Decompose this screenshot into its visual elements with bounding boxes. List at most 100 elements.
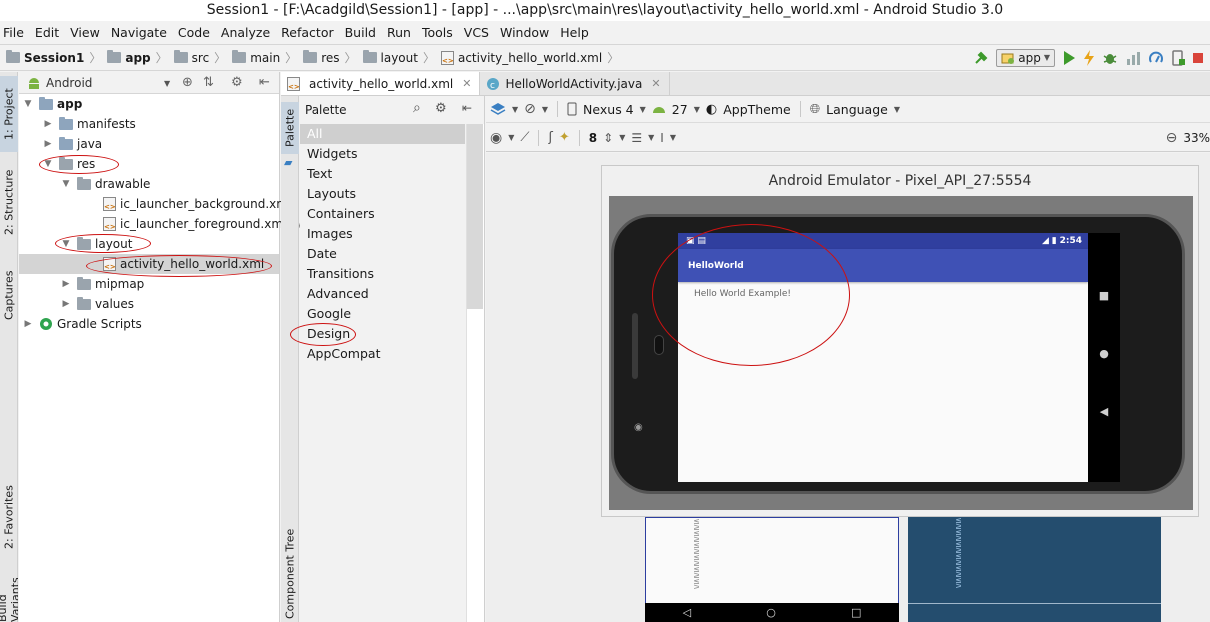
chevron-down-icon[interactable]: ▼ [512,105,518,114]
tree-item-drawable[interactable]: ▼ drawable [61,174,150,194]
menu-edit[interactable]: Edit [35,25,59,40]
palette-scrollbar[interactable] [467,124,483,309]
menu-code[interactable]: Code [178,25,210,40]
tree-item-res[interactable]: ▼ res [43,154,95,174]
expand-arrow-icon[interactable]: ▶ [61,279,71,289]
chevron-down-icon[interactable]: ▼ [508,133,514,142]
menu-vcs[interactable]: VCS [464,25,489,40]
palette-category-advanced[interactable]: Advanced [300,284,465,304]
breadcrumb-item-main[interactable]: main 〉 [232,49,297,66]
tree-item-app[interactable]: ▼ app [23,94,82,114]
run-icon[interactable] [1062,50,1076,66]
tree-item-gradle-scripts[interactable]: ▶ Gradle Scripts [23,314,142,334]
palette-category-images[interactable]: Images [300,224,465,244]
chevron-down-icon[interactable]: ▼ [619,133,625,142]
chevron-down-icon[interactable]: ▼ [640,105,646,114]
pack-icon[interactable]: ⇕ [603,131,613,145]
target-icon[interactable]: ⊕ [182,75,193,90]
tab-hello-world-activity-java[interactable]: c HelloWorldActivity.java ✕ [480,72,670,95]
breadcrumb-item-session1[interactable]: Session1 〉 [6,49,101,66]
palette-category-layouts[interactable]: Layouts [300,184,465,204]
menu-refactor[interactable]: Refactor [281,25,333,40]
expand-arrow-icon[interactable]: ▶ [23,319,33,329]
back-icon[interactable]: ◀ [1097,405,1111,418]
guidelines-icon[interactable]: I [660,131,664,145]
menu-help[interactable]: Help [560,25,589,40]
infer-constraints-icon[interactable]: ✦ [559,130,570,145]
debug-icon[interactable] [1102,50,1118,66]
expand-arrow-icon[interactable]: ▼ [61,179,71,189]
palette-category-google[interactable]: Google [300,304,465,324]
chevron-down-icon[interactable]: ▼ [648,133,654,142]
device-icon[interactable] [1171,49,1185,66]
autoconnect-icon[interactable]: ⟋ [520,130,529,145]
default-margin-value[interactable]: 8 [589,131,597,145]
attach-debugger-icon[interactable] [1148,50,1164,66]
chevron-down-icon[interactable]: ▼ [894,105,900,114]
tab-activity-hello-world[interactable]: activity_hello_world.xml ✕ [281,72,481,95]
recents-icon[interactable]: ■ [1097,289,1111,302]
tree-item-ic-launcher-background[interactable]: ic_launcher_background.xml [103,194,291,214]
language-select[interactable]: Language [826,102,888,117]
menu-file[interactable]: File [3,25,24,40]
close-icon[interactable]: ✕ [462,77,471,90]
zoom-out-icon[interactable]: ⊖ [1166,130,1178,146]
hide-panel-icon[interactable]: ⇤ [462,101,472,115]
tree-item-values[interactable]: ▶ values [61,294,134,314]
orientation-icon[interactable]: ⊘ [524,101,536,117]
phone-screen[interactable]: ▣ ▤ ◢ ▮ 2:54 HelloWorld Hello World Exam… [678,233,1088,482]
tree-item-layout[interactable]: ▼ layout [61,234,132,254]
palette-category-design[interactable]: Design [300,324,465,344]
tree-item-activity-hello-world[interactable]: activity_hello_world.xml [19,254,279,274]
breadcrumb-item-file[interactable]: activity_hello_world.xml 〉 [440,49,619,66]
tab-palette[interactable]: Palette [281,102,299,154]
menu-window[interactable]: Window [500,25,549,40]
tree-item-manifests[interactable]: ▶ manifests [43,114,136,134]
breadcrumb-item-layout[interactable]: layout 〉 [362,49,435,66]
align-icon[interactable]: ☰ [631,131,642,145]
tree-item-mipmap[interactable]: ▶ mipmap [61,274,144,294]
hide-panel-icon[interactable]: ⇤ [259,75,270,90]
menu-tools[interactable]: Tools [422,25,453,40]
menu-navigate[interactable]: Navigate [111,25,167,40]
palette-category-transitions[interactable]: Transitions [300,264,465,284]
expand-arrow-icon[interactable]: ▼ [23,99,33,109]
menu-view[interactable]: View [70,25,100,40]
tab-structure[interactable]: 2: Structure [0,162,18,242]
expand-arrow-icon[interactable]: ▼ [43,159,53,169]
gear-icon[interactable]: ⚙ [231,75,243,90]
clear-constraints-icon[interactable]: ʃ [548,130,552,145]
api-level-select[interactable]: 27 [672,102,688,117]
project-view-mode-select[interactable]: Android [46,76,92,90]
palette-category-widgets[interactable]: Widgets [300,144,465,164]
expand-arrow-icon[interactable]: ▼ [61,239,71,249]
tab-favorites[interactable]: 2: Favorites [0,472,18,562]
chevron-down-icon[interactable]: ▼ [694,105,700,114]
collapse-icon[interactable]: ⇅ [203,75,214,90]
palette-category-text[interactable]: Text [300,164,465,184]
close-icon[interactable]: ✕ [651,77,660,90]
menu-analyze[interactable]: Analyze [221,25,270,40]
tab-captures[interactable]: Captures [0,260,18,330]
breadcrumb-item-src[interactable]: src 〉 [173,49,226,66]
tree-item-java[interactable]: ▶ java [43,134,102,154]
device-select[interactable]: Nexus 4 [583,102,634,117]
tree-item-ic-launcher-foreground[interactable]: ic_launcher_foreground.xml (v [103,214,302,234]
chevron-down-icon[interactable]: ▼ [542,105,548,114]
palette-category-date[interactable]: Date [300,244,465,264]
profile-icon[interactable] [1125,50,1141,66]
expand-arrow-icon[interactable]: ▶ [43,139,53,149]
search-icon[interactable]: ⌕ [413,100,421,116]
eye-icon[interactable]: ◉ [490,130,502,146]
tab-project[interactable]: 1: Project [0,76,18,152]
palette-category-containers[interactable]: Containers [300,204,465,224]
breadcrumb-item-app[interactable]: app 〉 [107,49,168,66]
breadcrumb-item-res[interactable]: res 〉 [303,49,357,66]
run-config-select[interactable]: app ▼ [996,48,1055,67]
layers-icon[interactable] [490,101,506,117]
theme-select[interactable]: AppTheme [723,102,791,117]
tab-component-tree[interactable]: Component Tree [281,526,299,622]
chevron-down-icon[interactable]: ▼ [670,133,676,142]
gear-icon[interactable]: ⚙ [435,101,447,116]
menu-build[interactable]: Build [345,25,376,40]
